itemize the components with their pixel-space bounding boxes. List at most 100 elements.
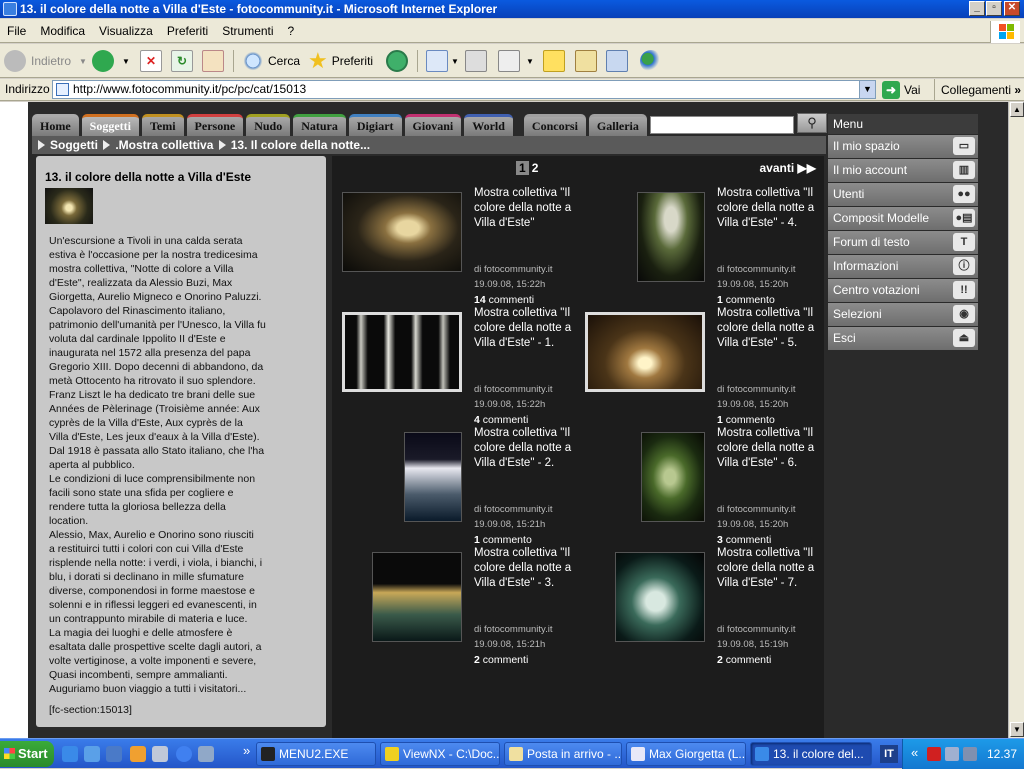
explorer-quicklaunch-icon[interactable]	[152, 746, 168, 762]
menu-item-selezioni[interactable]: Selezioni ◉	[828, 303, 978, 326]
breadcrumb-mostra[interactable]: .Mostra collettiva	[115, 138, 213, 152]
task-max-giorgetta[interactable]: Max Giorgetta (L...	[626, 742, 746, 766]
language-indicator[interactable]: IT	[880, 745, 898, 763]
tab-concorsi[interactable]: Concorsi	[523, 114, 586, 136]
refresh-button[interactable]: ↻	[171, 48, 193, 74]
minimize-button[interactable]: _	[969, 1, 985, 16]
menu-item-centro-votazioni[interactable]: Centro votazioni!!	[828, 279, 978, 302]
go-button[interactable]: ➜ Vai	[882, 80, 920, 99]
photo-title[interactable]: Mostra collettiva "Il colore della notte…	[717, 426, 827, 471]
photo-title[interactable]: Mostra collettiva "Il colore della notte…	[717, 306, 827, 351]
antivirus-tray-icon[interactable]	[927, 747, 941, 761]
close-button[interactable]: ✕	[1004, 1, 1020, 16]
photo-comments[interactable]: 1 commento	[717, 414, 775, 426]
task-ie-current[interactable]: 13. il colore del...	[750, 742, 872, 766]
tab-home[interactable]: Home	[32, 114, 79, 136]
research-button[interactable]	[575, 48, 597, 74]
outlook-quicklaunch-icon[interactable]	[84, 746, 100, 762]
forward-button[interactable]: ▼	[92, 48, 130, 74]
photo-thumbnail[interactable]	[372, 552, 462, 642]
maximize-button[interactable]: ▫	[986, 1, 1002, 16]
menu-item-utenti[interactable]: Utenti ●●	[828, 183, 978, 206]
vertical-scrollbar[interactable]: ▲ ▼	[1008, 102, 1024, 738]
menu-modifica[interactable]: Modifica	[33, 19, 92, 43]
photo-thumbnail[interactable]	[404, 432, 462, 522]
history-button[interactable]	[386, 48, 408, 74]
menu-item-composit-modelle[interactable]: Composit Modelle ●▤	[828, 207, 978, 230]
category-thumbnail[interactable]	[45, 188, 93, 224]
menu-item-esci[interactable]: Esci ⏏	[828, 327, 978, 350]
photo-title[interactable]: Mostra collettiva "Il colore della notte…	[474, 546, 584, 591]
scroll-up-icon[interactable]: ▲	[1010, 102, 1024, 117]
task-viewnx[interactable]: ViewNX - C:\Doc...	[380, 742, 500, 766]
favorites-button[interactable]: ★ Preferiti	[308, 48, 373, 74]
photo-thumbnail[interactable]	[585, 312, 705, 392]
address-dropdown-icon[interactable]: ▼	[859, 81, 875, 98]
task-posta[interactable]: Posta in arrivo - ...	[504, 742, 622, 766]
messenger-button[interactable]	[640, 48, 662, 74]
tray-expand-icon[interactable]: «	[911, 745, 918, 760]
desktop-quicklaunch-icon[interactable]	[198, 746, 214, 762]
site-search-input[interactable]	[650, 116, 794, 134]
media-player-quicklaunch-icon[interactable]	[176, 746, 192, 762]
menu-strumenti[interactable]: Strumenti	[215, 19, 280, 43]
tab-soggetti[interactable]: Soggetti	[81, 114, 139, 136]
tab-digiart[interactable]: Digiart	[348, 114, 402, 136]
home-button[interactable]	[202, 48, 224, 74]
scroll-down-icon[interactable]: ▼	[1010, 722, 1024, 737]
mail-button[interactable]: ▼	[426, 48, 459, 74]
menu-help[interactable]: ?	[281, 19, 302, 43]
menu-item-informazioni[interactable]: Informazioni ⓘ	[828, 255, 978, 278]
links-toolbar[interactable]: Collegamenti »	[934, 79, 1024, 101]
photo-title[interactable]: Mostra collettiva "Il colore della notte…	[474, 426, 584, 471]
note-button[interactable]	[543, 48, 565, 74]
network-tray-icon[interactable]	[945, 747, 959, 761]
start-button[interactable]: Start	[0, 741, 54, 767]
tab-persone[interactable]: Persone	[186, 114, 244, 136]
ie-quicklaunch-icon[interactable]	[62, 746, 78, 762]
photo-thumbnail[interactable]	[342, 192, 462, 272]
quicklaunch-expand-icon[interactable]: »	[243, 743, 250, 758]
menu-file[interactable]: File	[0, 19, 33, 43]
page-2-link[interactable]: 2	[532, 161, 539, 175]
photo-thumbnail[interactable]	[342, 312, 462, 392]
photo-thumbnail[interactable]	[615, 552, 705, 642]
stop-button[interactable]: ✕	[140, 48, 162, 74]
tab-natura[interactable]: Natura	[293, 114, 346, 136]
menu-preferiti[interactable]: Preferiti	[160, 19, 215, 43]
photo-comments[interactable]: 2 commenti	[474, 654, 528, 666]
photo-comments[interactable]: 4 commenti	[474, 414, 528, 426]
breadcrumb-soggetti[interactable]: Soggetti	[50, 138, 98, 152]
folder-quicklaunch-icon[interactable]	[130, 746, 146, 762]
task-menu2[interactable]: MENU2.EXE	[256, 742, 376, 766]
address-input[interactable]: http://www.fotocommunity.it/pc/pc/cat/15…	[52, 80, 876, 99]
edit-button[interactable]: ▼	[498, 48, 534, 74]
photo-comments[interactable]: 3 commenti	[717, 534, 771, 546]
photo-thumbnail[interactable]	[637, 192, 705, 282]
tab-giovani[interactable]: Giovani	[404, 114, 462, 136]
search-button[interactable]: Cerca	[242, 48, 300, 74]
tab-temi[interactable]: Temi	[141, 114, 184, 136]
photo-title[interactable]: Mostra collettiva "Il colore della notte…	[717, 546, 827, 591]
menu-visualizza[interactable]: Visualizza	[92, 19, 160, 43]
photo-comments[interactable]: 1 commento	[474, 534, 532, 546]
tab-galleria[interactable]: Galleria	[588, 114, 647, 136]
menu-item-il-mio-spazio[interactable]: Il mio spazio ▭	[828, 135, 978, 158]
tools-button[interactable]	[606, 48, 628, 74]
menu-item-il-mio-account[interactable]: Il mio account ▥	[828, 159, 978, 182]
photo-thumbnail[interactable]	[641, 432, 705, 522]
app-quicklaunch-icon[interactable]	[106, 746, 122, 762]
photo-comments[interactable]: 14 commenti	[474, 294, 534, 306]
network2-tray-icon[interactable]	[963, 747, 977, 761]
photo-title[interactable]: Mostra collettiva "Il colore della notte…	[717, 186, 827, 231]
back-button[interactable]: Indietro ▼	[4, 48, 87, 74]
print-button[interactable]	[465, 48, 487, 74]
photo-comments[interactable]: 1 commento	[717, 294, 775, 306]
tab-world[interactable]: World	[464, 114, 513, 136]
site-search-button[interactable]: ⚲	[797, 113, 827, 133]
next-page-link[interactable]: avanti ▶▶	[760, 161, 817, 175]
menu-item-forum-di-testo[interactable]: Forum di testo T	[828, 231, 978, 254]
photo-comments[interactable]: 2 commenti	[717, 654, 771, 666]
tab-nudo[interactable]: Nudo	[246, 114, 291, 136]
photo-title[interactable]: Mostra collettiva "Il colore della notte…	[474, 306, 584, 351]
